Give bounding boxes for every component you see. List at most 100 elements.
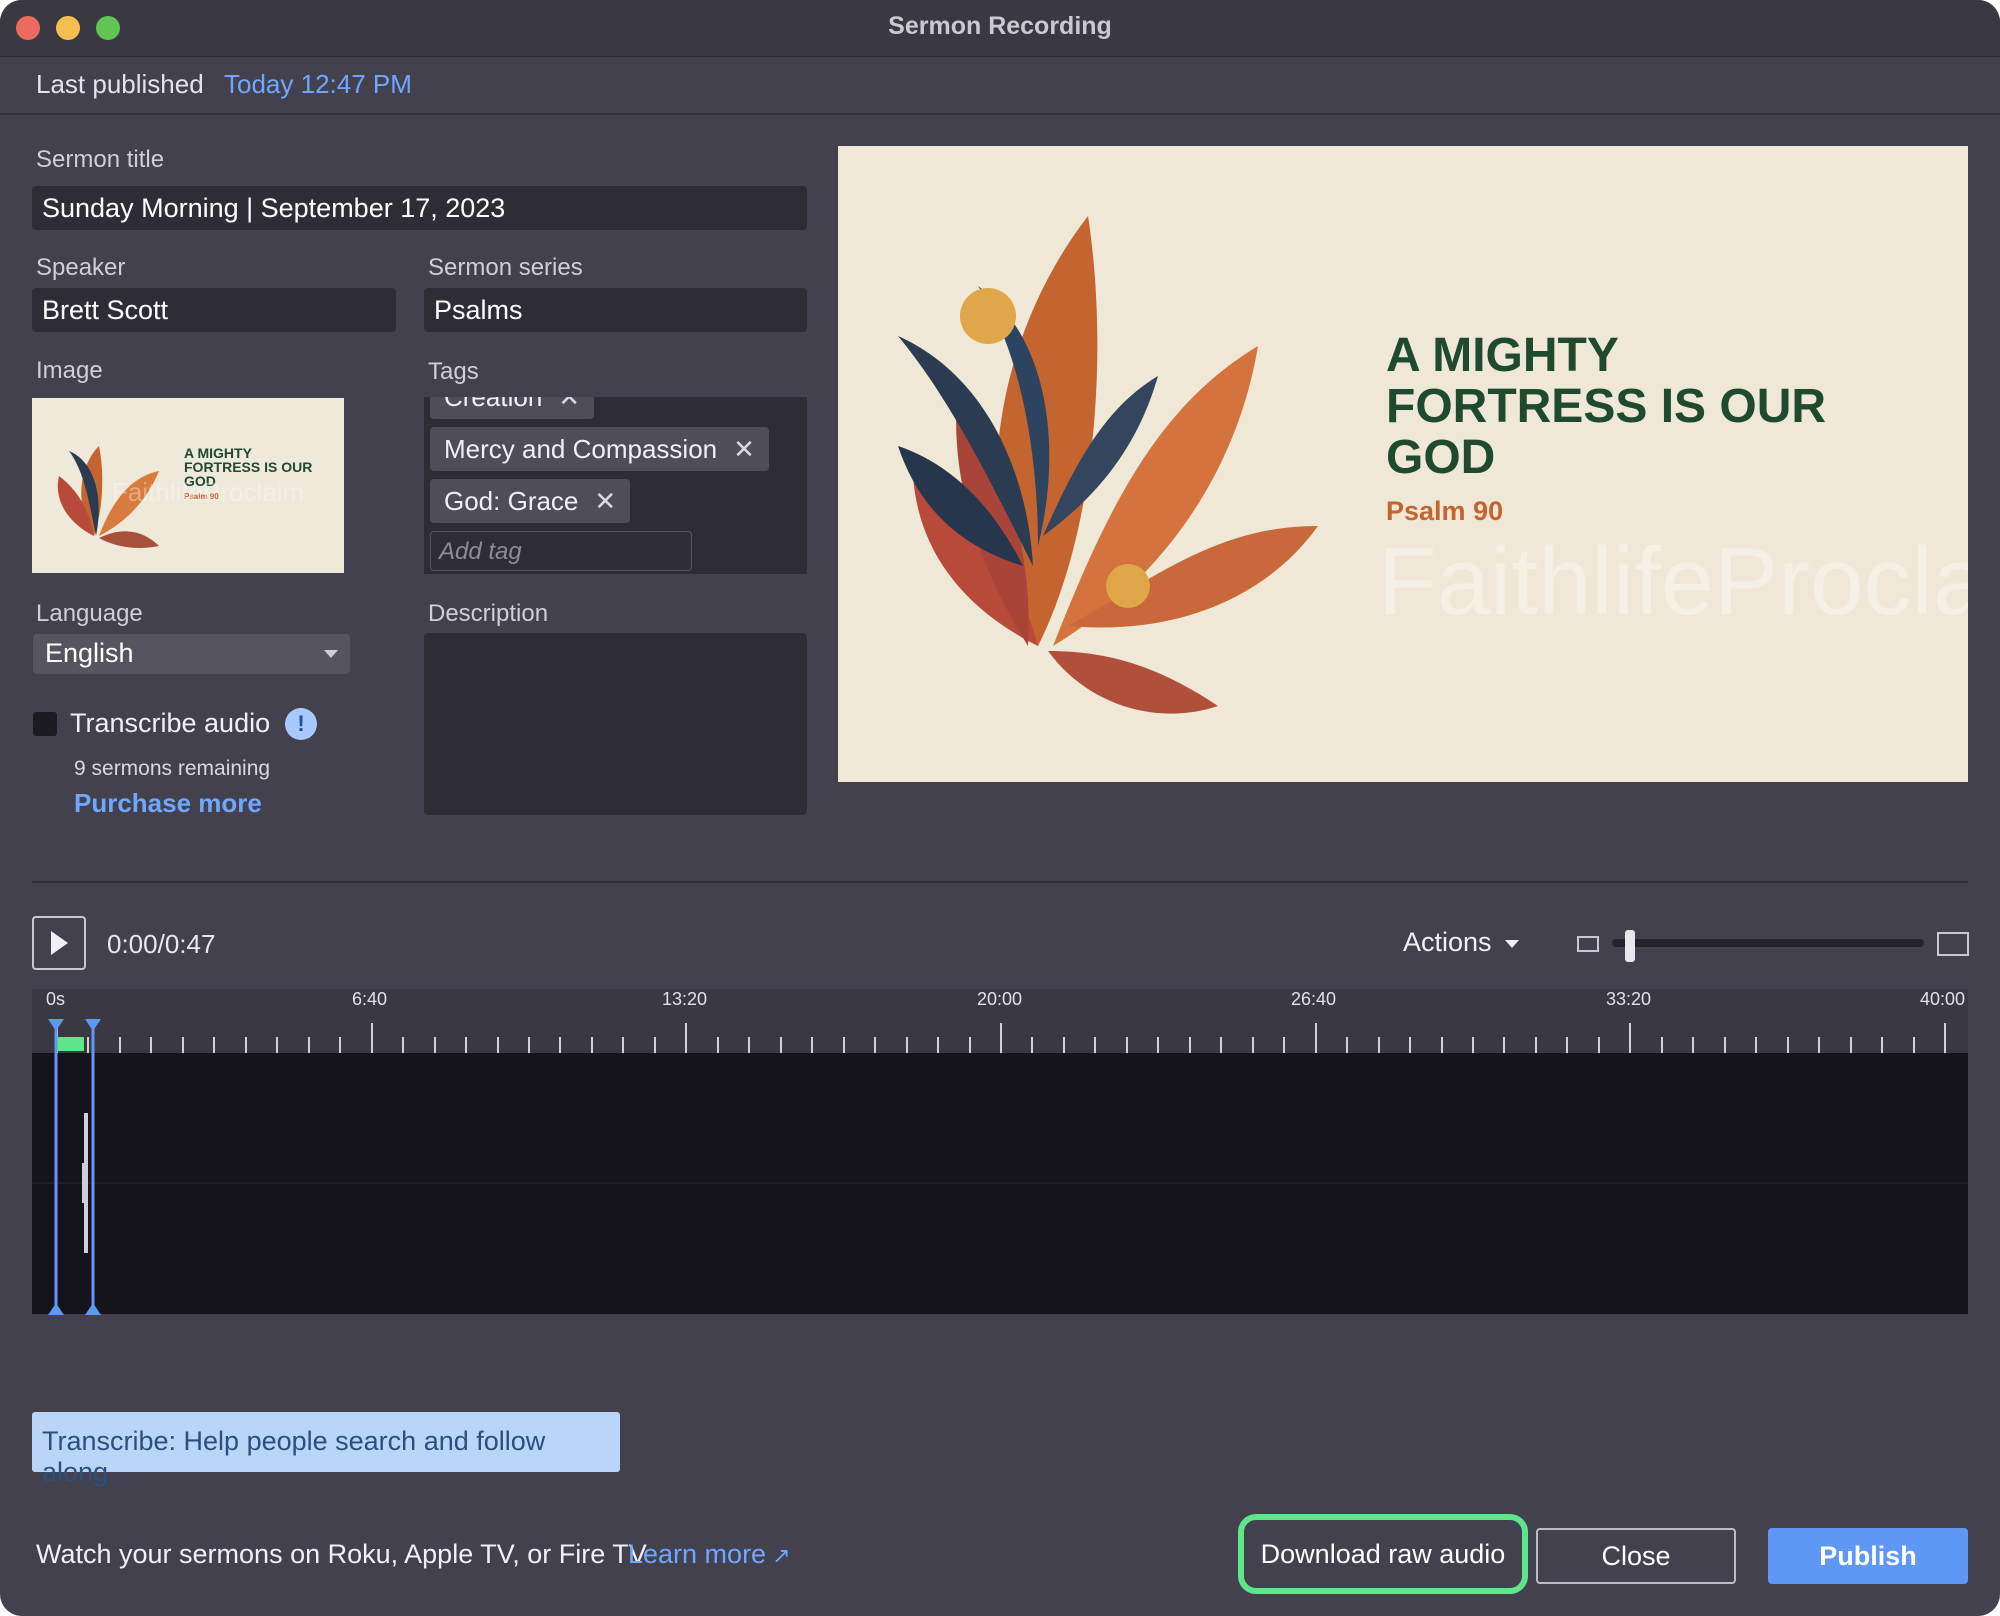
description-textarea[interactable]	[424, 633, 807, 815]
ruler-label: 6:40	[352, 989, 388, 1009]
ruler-minor-tick	[150, 1037, 153, 1053]
window-title: Sermon Recording	[888, 12, 1112, 40]
ruler-minor-tick	[811, 1037, 814, 1053]
play-button[interactable]	[32, 916, 86, 970]
sermon-image-preview: FaithlifeProclaim A MIGHTY FORTRESS IS O…	[838, 146, 1968, 782]
ruler-major-tick	[1000, 1023, 1002, 1053]
ruler-minor-tick	[1503, 1037, 1506, 1053]
ruler-minor-tick	[465, 1037, 468, 1053]
ruler-major-tick	[1629, 1023, 1632, 1053]
ruler-minor-tick	[339, 1037, 342, 1053]
zoom-slider-handle[interactable]	[1625, 930, 1635, 962]
ruler-minor-tick	[905, 1037, 908, 1053]
close-button[interactable]: Close	[1536, 1528, 1736, 1584]
streaming-devices-text: Watch your sermons on Roku, Apple TV, or…	[36, 1539, 647, 1569]
actions-label: Actions	[1403, 927, 1492, 957]
sermon-image-thumbnail[interactable]: A MIGHTY FORTRESS IS OUR GOD Psalm 90 Fa…	[32, 398, 344, 573]
remove-tag-icon[interactable]: ✕	[594, 486, 616, 517]
ruler-minor-tick	[433, 1037, 436, 1053]
chevron-down-icon	[324, 650, 338, 658]
ruler-minor-tick	[1062, 1037, 1065, 1053]
ruler-major-tick	[1944, 1023, 1946, 1053]
ruler-minor-tick	[968, 1037, 971, 1053]
ruler-minor-tick	[653, 1037, 656, 1053]
ruler-minor-tick	[1818, 1037, 1821, 1053]
waveform-drawing	[32, 1113, 1968, 1253]
zoom-out-icon[interactable]	[1577, 936, 1599, 952]
zoom-in-icon[interactable]	[1937, 932, 1969, 956]
speaker-label: Speaker	[36, 254, 126, 281]
download-raw-audio-button[interactable]: Download raw audio	[1238, 1514, 1528, 1594]
tags-list[interactable]: Creation ✕ Mercy and Compassion ✕ God: G…	[424, 397, 807, 574]
selection-range[interactable]	[32, 1019, 112, 1319]
ruler-label: 20:00	[977, 989, 1023, 1009]
remove-tag-icon[interactable]: ✕	[558, 397, 580, 413]
ruler-minor-tick	[1660, 1037, 1663, 1053]
transcribe-audio-checkbox[interactable]	[33, 712, 57, 736]
section-divider	[32, 881, 1968, 883]
ruler-minor-tick	[1881, 1037, 1884, 1053]
speaker-input[interactable]: Brett Scott	[32, 288, 396, 332]
image-label: Image	[36, 357, 103, 384]
ruler-minor-tick	[1188, 1037, 1191, 1053]
published-bar: Last published Today 12:47 PM	[0, 57, 2000, 115]
language-label: Language	[36, 600, 143, 627]
ruler-minor-tick	[559, 1037, 562, 1053]
learn-more-link[interactable]: Learn more ↗	[628, 1539, 791, 1570]
playback-time: 0:00/0:47	[107, 929, 216, 959]
remove-tag-icon[interactable]: ✕	[733, 434, 755, 465]
ruler-minor-tick	[1377, 1037, 1380, 1053]
purchase-more-link[interactable]: Purchase more	[74, 788, 262, 819]
ruler-minor-tick	[779, 1037, 782, 1053]
sermon-title-label: Sermon title	[36, 146, 165, 173]
ruler-minor-tick	[1094, 1037, 1097, 1053]
transcribe-banner[interactable]: Transcribe: Help people search and follo…	[32, 1412, 620, 1487]
ruler-minor-tick	[748, 1037, 751, 1053]
ruler-label: 26:40	[1291, 989, 1337, 1009]
ruler-minor-tick	[1912, 1037, 1915, 1053]
actions-menu[interactable]: Actions	[1403, 927, 1520, 958]
ruler-minor-tick	[1472, 1037, 1474, 1053]
ruler-minor-tick	[937, 1037, 940, 1053]
language-select-value: English	[45, 638, 134, 668]
preview-heading-line-3: GOD	[1386, 431, 1495, 484]
ruler-minor-tick	[622, 1037, 625, 1053]
sermon-series-input[interactable]: Psalms	[424, 288, 807, 332]
add-tag-input[interactable]: Add tag	[430, 531, 692, 571]
last-published-label: Last published	[36, 69, 204, 99]
tag-chip-label: Creation	[444, 397, 542, 413]
preview-heading-line-1: A MIGHTY	[1386, 329, 1619, 382]
sermon-title-input[interactable]: Sunday Morning | September 17, 2023	[32, 186, 807, 230]
zoom-slider[interactable]	[1612, 939, 1924, 947]
info-icon[interactable]: !	[285, 708, 317, 740]
sermon-series-label: Sermon series	[428, 254, 583, 281]
tag-chip-label: God: Grace	[444, 485, 579, 516]
ruler-minor-tick	[1251, 1037, 1254, 1053]
ruler-minor-tick	[244, 1037, 247, 1053]
audio-waveform[interactable]	[32, 1053, 1968, 1314]
ruler-minor-tick	[1346, 1037, 1349, 1053]
ruler-label: 33:20	[1606, 989, 1652, 1009]
ruler-major-tick	[685, 1023, 688, 1053]
publish-button[interactable]: Publish	[1768, 1528, 1968, 1584]
tag-chip-god-grace: God: Grace ✕	[430, 479, 631, 523]
ruler-minor-tick	[496, 1037, 499, 1053]
ruler-label: 0s	[46, 989, 66, 1009]
tag-chip-creation: Creation ✕	[430, 397, 595, 419]
timeline-ruler[interactable]: 0s 6:40 13:20 20:00 26:40 33:20 40:00	[32, 989, 1968, 1053]
ruler-minor-tick	[181, 1037, 184, 1053]
transcribe-audio-label: Transcribe audio	[70, 708, 271, 738]
thumbnail-watermark: FaithlifeProclaim	[112, 477, 304, 507]
ruler-minor-tick	[276, 1037, 279, 1053]
tags-label: Tags	[428, 358, 479, 385]
language-select[interactable]: English	[33, 634, 350, 674]
ruler-minor-tick	[1723, 1037, 1726, 1053]
sermon-recording-window: Sermon Recording Last published Today 12…	[0, 0, 2000, 1616]
title-bar: Sermon Recording	[0, 0, 2000, 57]
ruler-major-tick	[370, 1023, 373, 1053]
ruler-minor-tick	[1440, 1037, 1443, 1053]
preview-subtitle: Psalm 90	[1386, 496, 1503, 526]
ruler-minor-tick	[1125, 1037, 1128, 1053]
thumbnail-artwork: A MIGHTY FORTRESS IS OUR GOD Psalm 90 Fa…	[57, 445, 312, 549]
ruler-minor-tick	[213, 1037, 216, 1053]
